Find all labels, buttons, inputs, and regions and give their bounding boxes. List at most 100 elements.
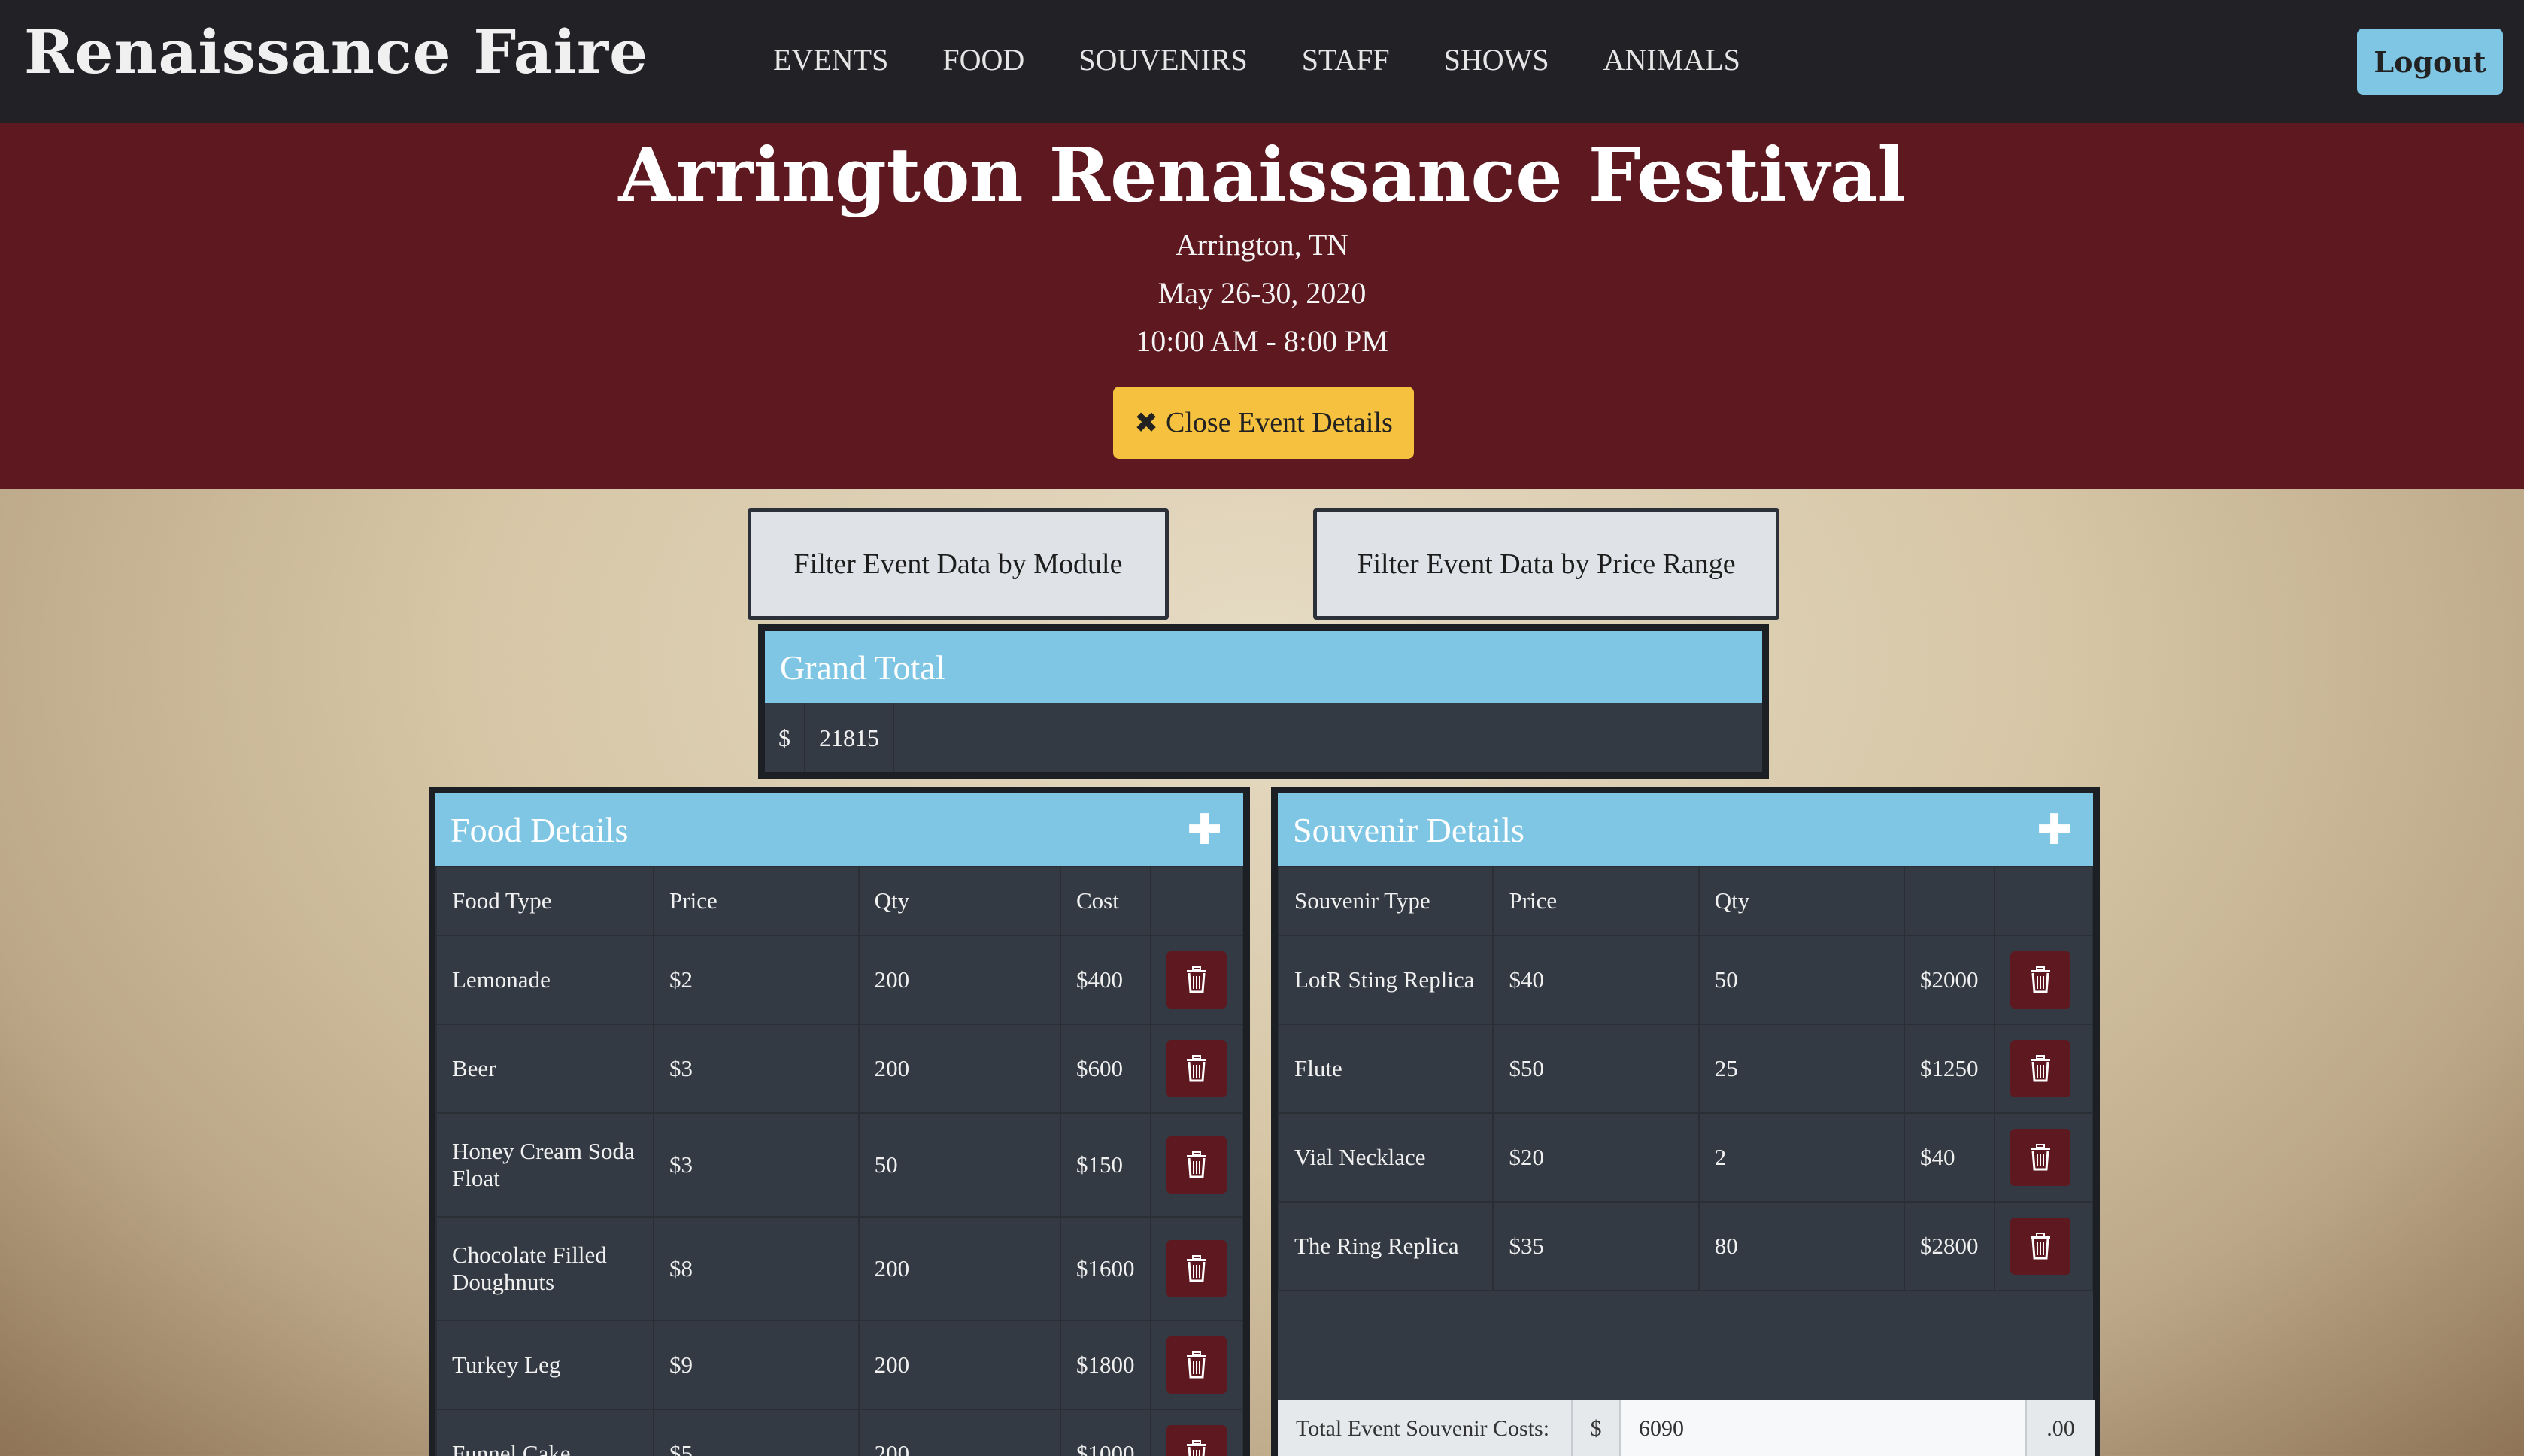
add-souvenir-icon[interactable]: ✚ (2037, 805, 2072, 854)
souvenir-qty-cell: 25 (1697, 1024, 1906, 1114)
food-actions-cell (1149, 1216, 1244, 1321)
food-qty-cell: 200 (857, 1320, 1061, 1410)
trash-icon[interactable] (2010, 1129, 2070, 1186)
food-cost-cell: $1800 (1059, 1320, 1151, 1410)
nav-link-animals[interactable]: ANIMALS (1603, 42, 1740, 77)
filter-by-price-range-button[interactable]: Filter Event Data by Price Range (1313, 508, 1779, 620)
table-row: Flute $50 25 $1250 (1277, 1024, 2093, 1114)
grand-total-value: 21815 (805, 703, 894, 772)
nav-link-shows[interactable]: SHOWS (1444, 42, 1549, 77)
food-price-cell: $5 (653, 1409, 860, 1456)
event-title: Arrington Renaissance Festival (618, 132, 1906, 219)
souvenir-total-label: Total Event Souvenir Costs: (1278, 1400, 1573, 1456)
trash-icon[interactable] (1166, 1136, 1227, 1194)
table-row: Turkey Leg $9 200 $1800 (435, 1320, 1244, 1410)
souvenir-col-cost (1904, 866, 1995, 936)
souvenir-col-actions (1994, 866, 2093, 936)
event-dates: May 26-30, 2020 (1157, 276, 1367, 310)
food-type-cell: Beer (435, 1024, 655, 1114)
nav-link-events[interactable]: EVENTS (773, 42, 888, 77)
food-qty-cell: 200 (857, 1409, 1061, 1456)
food-actions-cell (1149, 1112, 1244, 1218)
table-row: Lemonade $2 200 $400 (435, 935, 1244, 1025)
souvenir-actions-cell (1994, 935, 2093, 1025)
food-table: Food Type Price Qty Cost Lemonade $2 200… (435, 866, 1244, 1456)
food-col-actions (1149, 866, 1244, 936)
souvenir-total-row: Total Event Souvenir Costs: $ 6090 .00 (1278, 1400, 2095, 1456)
food-cost-cell: $600 (1059, 1024, 1151, 1114)
souvenir-total-currency: $ (1573, 1400, 1621, 1456)
brand-logo[interactable]: Renaissance Faire (24, 17, 648, 87)
souvenir-price-cell: $20 (1492, 1112, 1700, 1203)
food-type-cell: Turkey Leg (435, 1320, 655, 1410)
food-cost-cell: $1600 (1059, 1216, 1151, 1321)
event-hours: 10:00 AM - 8:00 PM (1136, 324, 1388, 358)
table-row: Honey Cream Soda Float $3 50 $150 (435, 1112, 1244, 1218)
grand-total-title: Grand Total (765, 631, 1762, 703)
nav-link-food[interactable]: FOOD (942, 42, 1024, 77)
food-col-price: Price (653, 866, 860, 936)
trash-icon[interactable] (1166, 1425, 1227, 1456)
food-type-cell: Chocolate Filled Doughnuts (435, 1216, 655, 1321)
souvenir-type-cell: LotR Sting Replica (1277, 935, 1494, 1025)
souvenir-details-title: Souvenir Details (1293, 810, 1524, 849)
food-col-qty: Qty (857, 866, 1061, 936)
filter-by-module-button[interactable]: Filter Event Data by Module (748, 508, 1169, 620)
logout-button[interactable]: Logout (2357, 29, 2503, 95)
food-details-panel: Food Details ✚ Food Type Price Qty Cost … (429, 787, 1250, 1456)
food-col-cost: Cost (1059, 866, 1151, 936)
close-icon: ✖ (1134, 406, 1158, 439)
nav-link-staff[interactable]: STAFF (1302, 42, 1390, 77)
event-header: Arrington Renaissance Festival Arrington… (0, 123, 2524, 489)
souvenir-actions-cell (1994, 1201, 2093, 1291)
food-price-cell: $2 (653, 935, 860, 1025)
food-qty-cell: 200 (857, 1024, 1061, 1114)
table-row: The Ring Replica $35 80 $2800 (1277, 1201, 2093, 1291)
souvenir-qty-cell: 50 (1697, 935, 1906, 1025)
table-row: Funnel Cake $5 200 $1000 (435, 1409, 1244, 1456)
food-details-title: Food Details (450, 810, 629, 849)
souvenir-total-field[interactable]: 6090 (1621, 1400, 2027, 1456)
food-qty-cell: 200 (857, 935, 1061, 1025)
table-row: Chocolate Filled Doughnuts $8 200 $1600 (435, 1216, 1244, 1321)
trash-icon[interactable] (2010, 951, 2070, 1009)
souvenir-price-cell: $50 (1492, 1024, 1700, 1114)
souvenir-actions-cell (1994, 1024, 2093, 1114)
add-food-icon[interactable]: ✚ (1187, 805, 1222, 854)
food-details-header: Food Details ✚ (435, 793, 1243, 866)
food-qty-cell: 200 (857, 1216, 1061, 1321)
trash-icon[interactable] (2010, 1040, 2070, 1097)
food-cost-cell: $1000 (1059, 1409, 1151, 1456)
close-event-details-button[interactable]: ✖ Close Event Details (1113, 387, 1414, 459)
souvenir-col-qty: Qty (1697, 866, 1906, 936)
souvenir-details-header: Souvenir Details ✚ (1278, 793, 2093, 866)
food-actions-cell (1149, 1024, 1244, 1114)
trash-icon[interactable] (1166, 1240, 1227, 1297)
nav-link-souvenirs[interactable]: SOUVENIRS (1078, 42, 1247, 77)
food-cost-cell: $400 (1059, 935, 1151, 1025)
souvenir-type-cell: Vial Necklace (1277, 1112, 1494, 1203)
souvenir-cost-cell: $1250 (1904, 1024, 1995, 1114)
food-actions-cell (1149, 1409, 1244, 1456)
food-type-cell: Lemonade (435, 935, 655, 1025)
souvenir-type-cell: The Ring Replica (1277, 1201, 1494, 1291)
trash-icon[interactable] (1166, 951, 1227, 1009)
food-table-header-row: Food Type Price Qty Cost (435, 866, 1244, 936)
food-qty-cell: 50 (857, 1112, 1061, 1218)
souvenir-cost-cell: $2000 (1904, 935, 1995, 1025)
souvenir-total-cents: .00 (2027, 1400, 2095, 1456)
food-price-cell: $3 (653, 1024, 860, 1114)
trash-icon[interactable] (2010, 1218, 2070, 1275)
souvenir-table-header-row: Souvenir Type Price Qty (1277, 866, 2093, 936)
trash-icon[interactable] (1166, 1040, 1227, 1097)
table-row: Vial Necklace $20 2 $40 (1277, 1112, 2093, 1203)
food-price-cell: $9 (653, 1320, 860, 1410)
souvenir-table: Souvenir Type Price Qty LotR Sting Repli… (1277, 866, 2093, 1291)
souvenir-qty-cell: 2 (1697, 1112, 1906, 1203)
food-actions-cell (1149, 935, 1244, 1025)
grand-total-currency: $ (765, 703, 805, 772)
trash-icon[interactable] (1166, 1336, 1227, 1394)
grand-total-row: $ 21815 (765, 703, 894, 772)
souvenir-actions-cell (1994, 1112, 2093, 1203)
grand-total-panel: Grand Total $ 21815 (758, 624, 1769, 779)
